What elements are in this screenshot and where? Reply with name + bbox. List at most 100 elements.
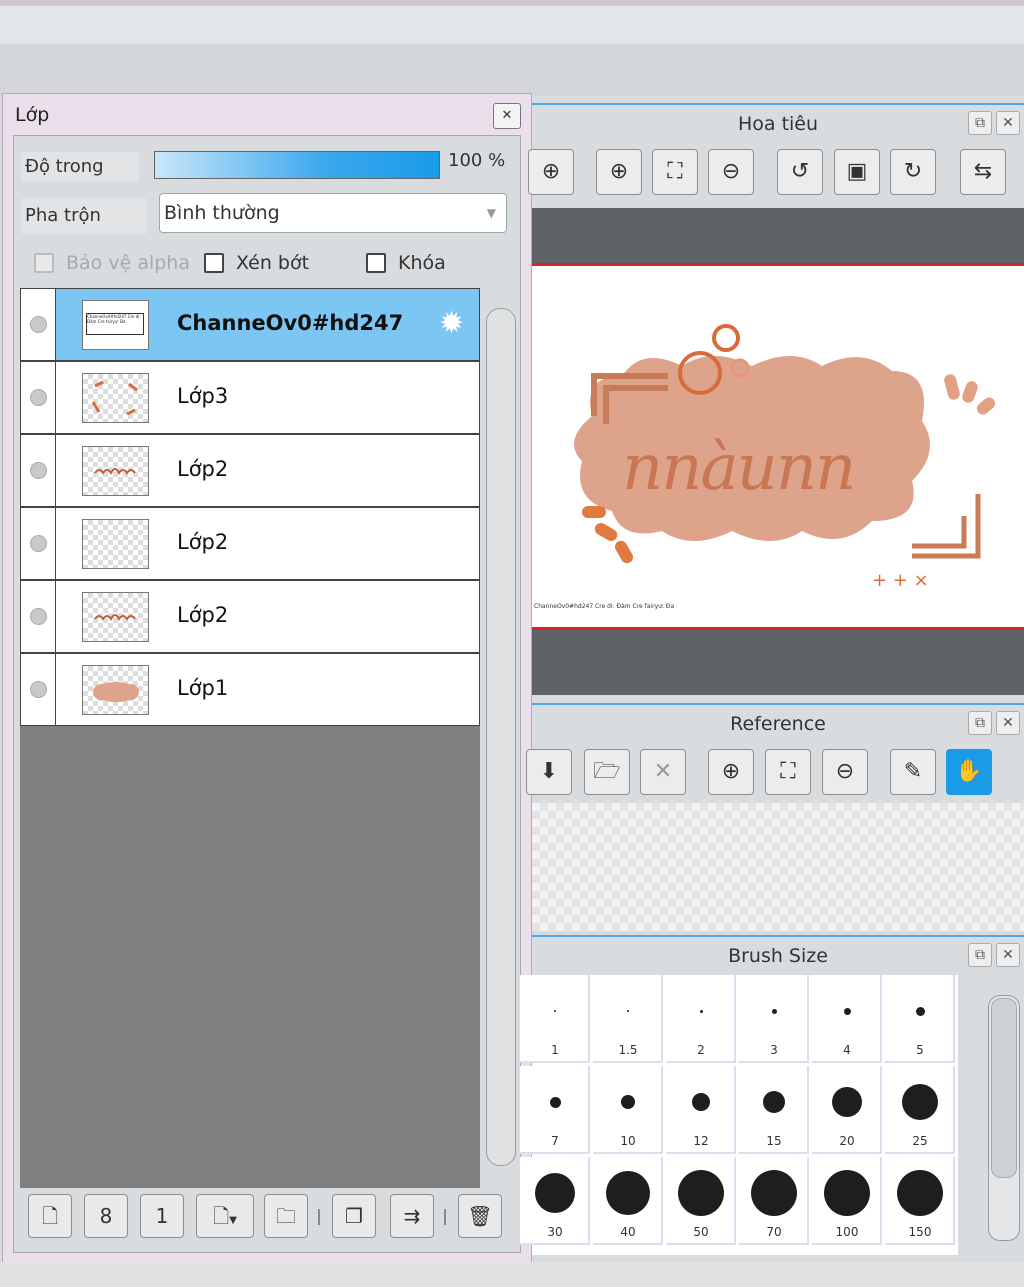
reference-canvas[interactable] [532, 803, 1024, 931]
8bit-layer-icon[interactable]: 8 [84, 1194, 128, 1238]
blend-label: Pha trộn [21, 198, 147, 234]
checkbox-box [34, 253, 54, 273]
scrollbar-thumb[interactable] [486, 308, 516, 1166]
zoom-actual-icon[interactable]: ⊕ [528, 149, 574, 195]
navigator-canvas[interactable]: + + × nnàunn ChanneOv0#hd247 Cre ới: Đàm… [532, 263, 1024, 630]
flip-icon[interactable]: ⇆ [960, 149, 1006, 195]
1bit-layer-icon[interactable]: 1 [140, 1194, 184, 1238]
layer-row[interactable]: Lớp2 [20, 507, 480, 580]
opacity-slider[interactable] [154, 151, 440, 179]
panel-controls: ⧉ ✕ [968, 111, 1020, 135]
brush-size-cell[interactable]: 100 [812, 1157, 882, 1245]
popout-icon[interactable]: ⧉ [968, 943, 992, 967]
brush-dot [678, 1170, 724, 1216]
layer-thumbnail [82, 446, 149, 496]
brush-size-title: Brush Size [728, 945, 828, 967]
fit-icon[interactable]: ⛶ [765, 749, 811, 795]
close-icon[interactable]: ✕ [996, 711, 1020, 735]
brush-size-scrollbar[interactable] [988, 995, 1020, 1241]
open-folder-icon[interactable]: 🗁 [584, 749, 630, 795]
eyedropper-icon[interactable]: ✎ [890, 749, 936, 795]
brush-dot [832, 1087, 862, 1117]
brush-dot [554, 1010, 556, 1012]
hand-icon[interactable]: ✋ [946, 749, 992, 795]
scrollbar-thumb[interactable] [991, 998, 1017, 1178]
folder-icon[interactable]: 🗀 [264, 1194, 308, 1238]
brush-size-value: 1.5 [618, 1043, 638, 1057]
brush-size-cell[interactable]: 150 [885, 1157, 955, 1245]
brush-size-cell[interactable]: 10 [593, 1066, 663, 1154]
brush-size-cell[interactable]: 40 [593, 1157, 663, 1245]
brush-size-value: 15 [766, 1134, 782, 1148]
brush-size-value: 1 [551, 1043, 559, 1057]
zoom-in-icon[interactable]: ⊕ [596, 149, 642, 195]
brush-size-cell[interactable]: 5 [885, 975, 955, 1063]
brush-size-cell[interactable]: 25 [885, 1066, 955, 1154]
protect-alpha-checkbox[interactable]: Bảo vệ alpha [34, 252, 190, 274]
gear-icon[interactable]: ✹ [439, 309, 464, 339]
visibility-toggle[interactable] [21, 508, 56, 579]
close-icon[interactable]: ✕ [996, 111, 1020, 135]
brush-size-cell[interactable]: 30 [520, 1157, 590, 1245]
reset-rotation-icon[interactable]: ▣ [834, 149, 880, 195]
brush-dot [897, 1170, 943, 1216]
duplicate-icon[interactable]: ❐ [332, 1194, 376, 1238]
layer-row[interactable]: Lớp2 [20, 434, 480, 507]
new-layer-icon[interactable]: 🗋 [28, 1194, 72, 1238]
layer-panel: Lớp ✕ Độ trong 100 % Pha trộn Bình thườn… [2, 93, 532, 1263]
brush-size-cell[interactable]: 3 [739, 975, 809, 1063]
blend-mode-select[interactable]: Bình thường ▼ [159, 193, 507, 233]
brush-size-cell[interactable]: 15 [739, 1066, 809, 1154]
layer-row[interactable]: Lớp1 [20, 653, 480, 726]
popout-icon[interactable]: ⧉ [968, 111, 992, 135]
zoom-out-icon[interactable]: ⊖ [708, 149, 754, 195]
brush-size-cell[interactable]: 50 [666, 1157, 736, 1245]
brush-size-value: 3 [770, 1043, 778, 1057]
brush-size-cell[interactable]: 12 [666, 1066, 736, 1154]
visibility-toggle[interactable] [21, 581, 56, 652]
panel-controls: ⧉ ✕ [968, 943, 1020, 967]
brush-size-cell[interactable]: 7 [520, 1066, 590, 1154]
visibility-toggle[interactable] [21, 435, 56, 506]
brush-dot [902, 1084, 938, 1120]
brush-size-grid: 1 1.5 2 3 4 5 7 10 12 15 20 25 30 40 50 70 100 150 [520, 975, 958, 1255]
layer-panel-body: Độ trong 100 % Pha trộn Bình thường ▼ Bả… [13, 135, 521, 1253]
download-icon[interactable]: ⬇ [526, 749, 572, 795]
brush-dot [699, 1009, 703, 1013]
brush-dot [771, 1008, 777, 1014]
visibility-toggle[interactable] [21, 654, 56, 725]
close-icon[interactable]: ✕ [996, 943, 1020, 967]
merge-down-icon[interactable]: ⇉ [390, 1194, 434, 1238]
reference-panel: Reference ⧉ ✕ ⬇ 🗁 ✕ ⊕ ⛶ ⊖ ✎ ✋ [526, 703, 1024, 933]
delete-icon[interactable]: 🗑 [458, 1194, 502, 1238]
brush-size-value: 2 [697, 1043, 705, 1057]
eye-icon [30, 681, 47, 698]
close-icon[interactable]: ✕ [493, 103, 521, 129]
brush-size-cell[interactable]: 1.5 [593, 975, 663, 1063]
close-icon[interactable]: ✕ [640, 749, 686, 795]
brush-size-cell[interactable]: 20 [812, 1066, 882, 1154]
layer-name: Lớp3 [177, 384, 229, 408]
thumbnail-art [93, 682, 139, 702]
rotate-right-icon[interactable]: ↻ [890, 149, 936, 195]
layer-row[interactable]: Lớp3 [20, 361, 480, 434]
opacity-value: 100 % [448, 150, 506, 171]
visibility-toggle[interactable] [21, 289, 56, 360]
zoom-out-icon[interactable]: ⊖ [822, 749, 868, 795]
popout-icon[interactable]: ⧉ [968, 711, 992, 735]
lock-checkbox[interactable]: Khóa [366, 252, 446, 274]
zoom-in-icon[interactable]: ⊕ [708, 749, 754, 795]
layer-row[interactable]: Lớp2 [20, 580, 480, 653]
brush-size-cell[interactable]: 70 [739, 1157, 809, 1245]
brush-size-cell[interactable]: 4 [812, 975, 882, 1063]
clip-checkbox[interactable]: Xén bớt [204, 252, 309, 274]
fit-icon[interactable]: ⛶ [652, 149, 698, 195]
layer-row[interactable]: ChanneOv0#hd247 Cre ới: Đàm Cre fairyư: … [20, 288, 480, 361]
visibility-toggle[interactable] [21, 362, 56, 433]
add-layer-menu-icon[interactable]: 🗋▼ [196, 1194, 254, 1238]
rotate-left-icon[interactable]: ↺ [777, 149, 823, 195]
layer-list-scrollbar[interactable] [484, 288, 516, 1188]
brush-size-cell[interactable]: 1 [520, 975, 590, 1063]
brush-size-cell[interactable]: 2 [666, 975, 736, 1063]
canvas-margin [532, 630, 1024, 695]
